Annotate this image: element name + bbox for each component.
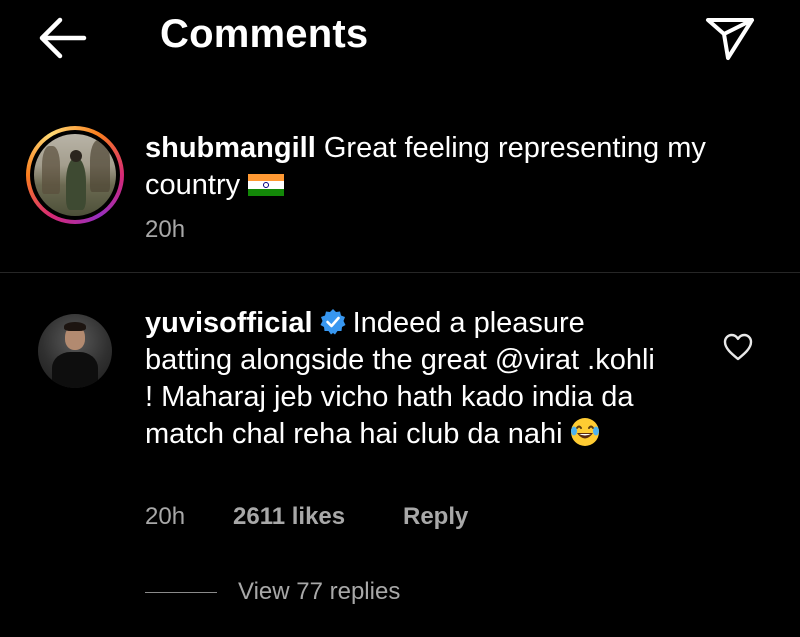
heart-outline-icon [723,333,753,361]
divider [0,272,800,273]
india-flag-icon [248,174,285,196]
paper-plane-icon [706,18,754,60]
post-caption: shubmangill Great feeling representing m… [0,118,800,272]
reply-button[interactable]: Reply [403,503,468,531]
arrow-left-icon [39,17,87,59]
replies-divider [145,592,217,593]
avatar [34,134,116,216]
story-ring[interactable] [26,126,124,224]
caption-timestamp: 20h [145,216,186,243]
comment-item: yuvisofficial Indeed a pleasure batting … [0,300,800,637]
caption-text: shubmangill Great feeling representing m… [145,130,775,204]
like-button[interactable] [722,332,754,362]
top-bar: Comments [0,0,800,80]
verified-badge-icon [320,309,346,335]
avatar[interactable] [38,314,112,388]
share-button[interactable] [700,8,760,64]
likes-count[interactable]: 2611 likes [233,503,345,531]
laughing-emoji-icon [570,418,599,446]
page-title: Comments [160,12,369,56]
comment-text: yuvisofficial Indeed a pleasure batting … [145,305,665,453]
back-button[interactable] [34,14,90,62]
view-replies-button[interactable]: View 77 replies [238,578,400,606]
comments-screen: Comments shubmangill Great feeling repre… [0,0,800,637]
comment-username[interactable]: yuvisofficial [145,307,313,339]
comment-timestamp: 20h [145,503,186,530]
caption-username[interactable]: shubmangill [145,132,316,164]
